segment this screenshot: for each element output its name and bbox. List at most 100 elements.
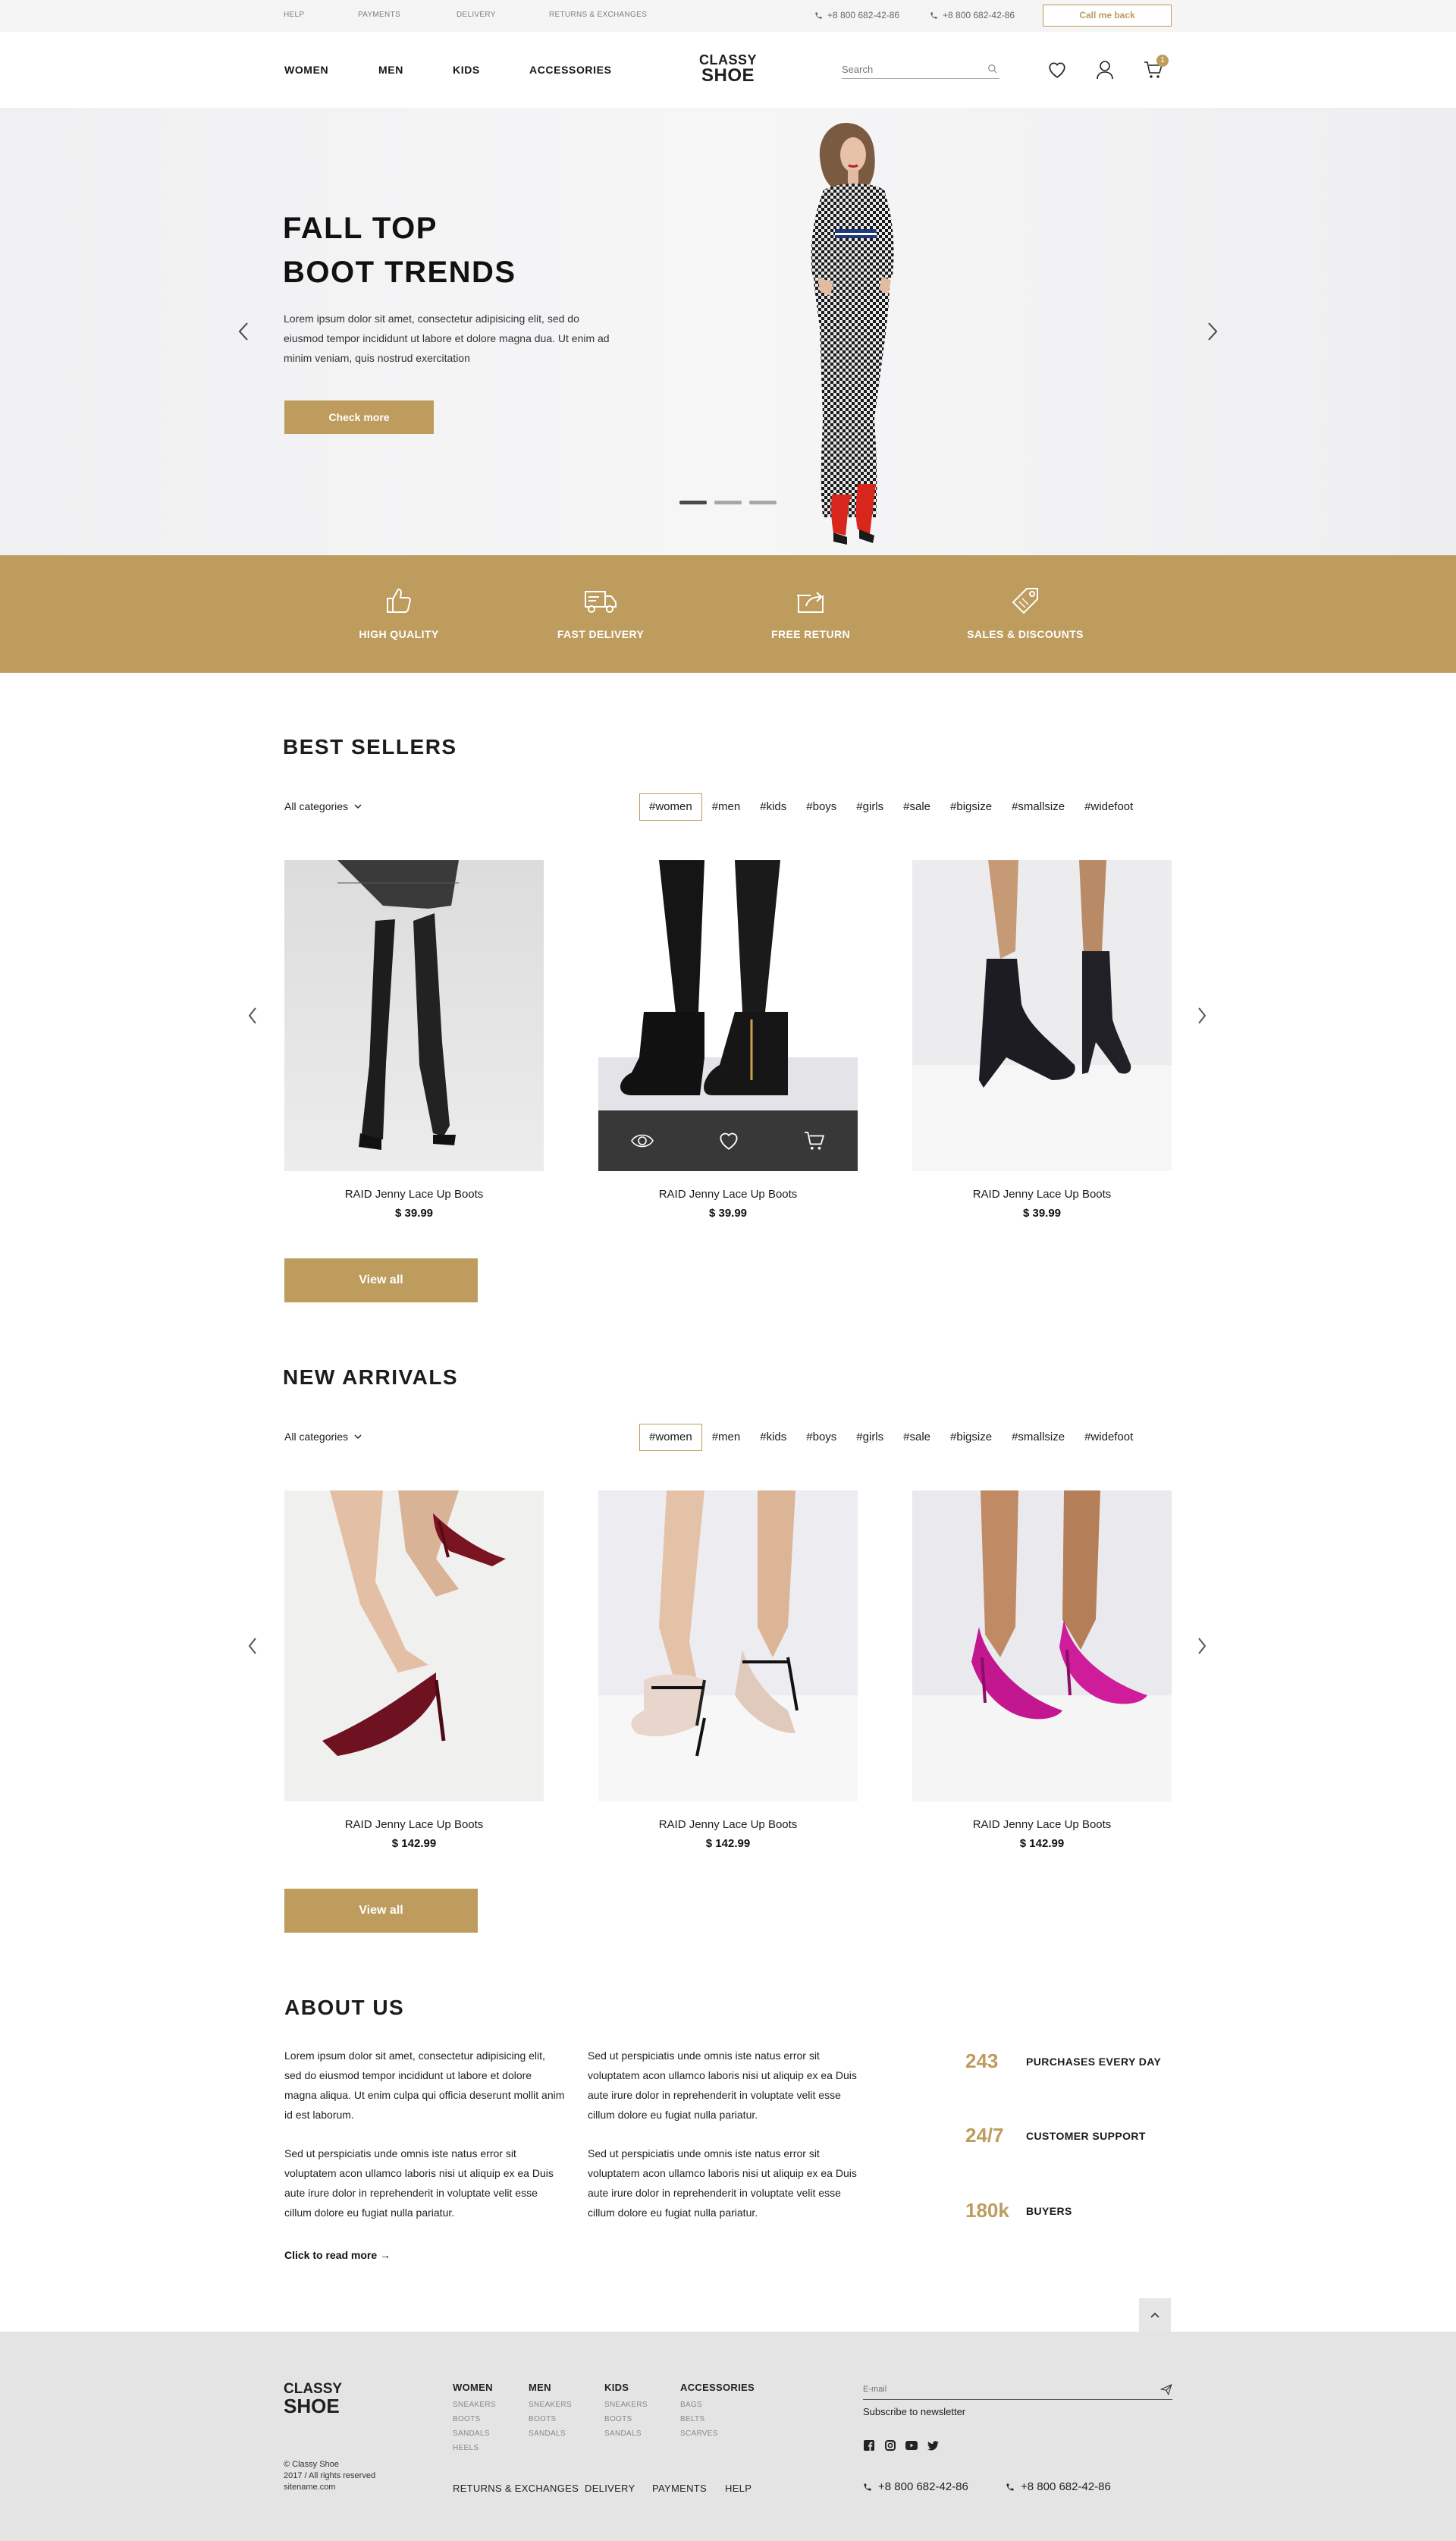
heart-icon[interactable] — [717, 1131, 740, 1151]
check-more-button[interactable]: Check more — [284, 400, 434, 434]
nav-women[interactable]: WOMEN — [284, 64, 328, 76]
tag-men[interactable]: #men — [702, 793, 751, 821]
youtube-icon[interactable] — [905, 2439, 918, 2451]
best-sellers-category-select[interactable]: All categories — [284, 800, 362, 812]
eye-icon[interactable] — [630, 1132, 654, 1149]
footer-column-title[interactable]: ACCESSORIES — [680, 2382, 755, 2393]
cart-icon[interactable] — [803, 1131, 826, 1151]
topbar-link-returns[interactable]: RETURNS & EXCHANGES — [549, 11, 647, 19]
footer-link[interactable]: SANDALS — [453, 2426, 496, 2441]
tag-women[interactable]: #women — [639, 793, 702, 821]
tag-sale[interactable]: #sale — [893, 793, 940, 821]
footer-link-delivery[interactable]: DELIVERY — [585, 2483, 635, 2494]
cart-button[interactable]: 1 — [1141, 55, 1169, 82]
nav-kids[interactable]: KIDS — [453, 64, 480, 76]
topbar-link-delivery[interactable]: DELIVERY — [457, 11, 496, 19]
search-icon[interactable] — [987, 64, 998, 74]
footer-phone-1[interactable]: +8 800 682-42-86 — [863, 2480, 968, 2493]
topbar-phone-1[interactable]: +8 800 682-42-86 — [814, 10, 899, 20]
product-card[interactable]: RAID Jenny Lace Up Boots $ 39.99 — [598, 860, 858, 1220]
product-image[interactable] — [598, 860, 858, 1171]
product-card[interactable]: RAID Jenny Lace Up Boots $ 142.99 — [598, 1490, 858, 1850]
tag-bigsize[interactable]: #bigsize — [940, 1424, 1002, 1451]
product-image[interactable] — [598, 1490, 858, 1801]
product-image[interactable] — [284, 1490, 544, 1801]
tag-kids[interactable]: #kids — [750, 1424, 796, 1451]
footer-link[interactable]: SANDALS — [529, 2426, 572, 2441]
hero-dot-1[interactable] — [679, 501, 707, 504]
product-name[interactable]: RAID Jenny Lace Up Boots — [912, 1818, 1172, 1831]
tag-smallsize[interactable]: #smallsize — [1002, 793, 1075, 821]
send-icon[interactable] — [1160, 2383, 1172, 2395]
footer-logo[interactable]: CLASSY SHOE — [284, 2382, 342, 2416]
product-name[interactable]: RAID Jenny Lace Up Boots — [284, 1188, 544, 1201]
new-arrivals-category-select[interactable]: All categories — [284, 1431, 362, 1443]
product-card[interactable]: RAID Jenny Lace Up Boots $ 142.99 — [912, 1490, 1172, 1850]
footer-link[interactable]: BOOTS — [604, 2412, 648, 2426]
footer-link[interactable]: SANDALS — [604, 2426, 648, 2441]
topbar-link-help[interactable]: HELP — [284, 11, 304, 19]
footer-link[interactable]: BOOTS — [529, 2412, 572, 2426]
best-sellers-view-all-button[interactable]: View all — [284, 1258, 478, 1302]
tag-men[interactable]: #men — [702, 1424, 751, 1451]
product-image[interactable] — [912, 860, 1172, 1171]
tag-boys[interactable]: #boys — [796, 793, 846, 821]
wishlist-button[interactable] — [1045, 58, 1069, 82]
footer-link-payments[interactable]: PAYMENTS — [652, 2483, 707, 2494]
hero-dot-2[interactable] — [714, 501, 742, 504]
footer-link[interactable]: SNEAKERS — [453, 2398, 496, 2412]
newsletter-email-input[interactable] — [863, 2385, 1144, 2394]
nav-men[interactable]: MEN — [378, 64, 403, 76]
nav-accessories[interactable]: ACCESSORIES — [529, 64, 612, 76]
footer-column-title[interactable]: WOMEN — [453, 2382, 496, 2393]
tag-sale[interactable]: #sale — [893, 1424, 940, 1451]
new-arrivals-prev-button[interactable] — [241, 1635, 264, 1657]
tag-girls[interactable]: #girls — [846, 1424, 893, 1451]
product-name[interactable]: RAID Jenny Lace Up Boots — [912, 1188, 1172, 1201]
topbar-phone-2[interactable]: +8 800 682-42-86 — [930, 10, 1015, 20]
footer-column-title[interactable]: MEN — [529, 2382, 572, 2393]
instagram-icon[interactable] — [884, 2439, 896, 2451]
tag-bigsize[interactable]: #bigsize — [940, 793, 1002, 821]
tag-widefoot[interactable]: #widefoot — [1075, 1424, 1134, 1451]
topbar-link-payments[interactable]: PAYMENTS — [358, 11, 400, 19]
facebook-icon[interactable] — [863, 2439, 875, 2451]
footer-link-help[interactable]: HELP — [725, 2483, 752, 2494]
best-sellers-next-button[interactable] — [1191, 1004, 1213, 1027]
new-arrivals-view-all-button[interactable]: View all — [284, 1889, 478, 1933]
product-image[interactable] — [912, 1490, 1172, 1801]
product-card[interactable]: RAID Jenny Lace Up Boots $ 142.99 — [284, 1490, 544, 1850]
call-me-back-button[interactable]: Call me back — [1043, 5, 1172, 27]
tag-smallsize[interactable]: #smallsize — [1002, 1424, 1075, 1451]
footer-phone-2[interactable]: +8 800 682-42-86 — [1006, 2480, 1111, 2493]
hero-prev-button[interactable] — [232, 320, 255, 343]
account-button[interactable] — [1093, 58, 1117, 82]
footer-link[interactable]: BAGS — [680, 2398, 755, 2412]
product-card[interactable]: RAID Jenny Lace Up Boots $ 39.99 — [912, 860, 1172, 1220]
product-card[interactable]: RAID Jenny Lace Up Boots $ 39.99 — [284, 860, 544, 1220]
product-name[interactable]: RAID Jenny Lace Up Boots — [598, 1818, 858, 1831]
hero-dot-3[interactable] — [749, 501, 777, 504]
back-to-top-button[interactable] — [1139, 2298, 1171, 2332]
product-image[interactable] — [284, 860, 544, 1171]
tag-boys[interactable]: #boys — [796, 1424, 846, 1451]
search-input[interactable] — [842, 62, 978, 75]
logo[interactable]: CLASSY SHOE — [698, 53, 758, 85]
tag-widefoot[interactable]: #widefoot — [1075, 793, 1134, 821]
hero-next-button[interactable] — [1201, 320, 1224, 343]
footer-link[interactable]: BELTS — [680, 2412, 755, 2426]
product-name[interactable]: RAID Jenny Lace Up Boots — [284, 1818, 544, 1831]
read-more-link[interactable]: Click to read more → — [284, 2249, 391, 2261]
footer-link[interactable]: SCARVES — [680, 2426, 755, 2441]
footer-column-title[interactable]: KIDS — [604, 2382, 648, 2393]
twitter-icon[interactable] — [927, 2439, 939, 2451]
new-arrivals-next-button[interactable] — [1191, 1635, 1213, 1657]
best-sellers-prev-button[interactable] — [241, 1004, 264, 1027]
footer-link-returns[interactable]: RETURNS & EXCHANGES — [453, 2483, 579, 2494]
tag-girls[interactable]: #girls — [846, 793, 893, 821]
footer-link[interactable]: SNEAKERS — [529, 2398, 572, 2412]
tag-women[interactable]: #women — [639, 1424, 702, 1451]
footer-link[interactable]: BOOTS — [453, 2412, 496, 2426]
footer-link[interactable]: HEELS — [453, 2441, 496, 2455]
footer-link[interactable]: SNEAKERS — [604, 2398, 648, 2412]
